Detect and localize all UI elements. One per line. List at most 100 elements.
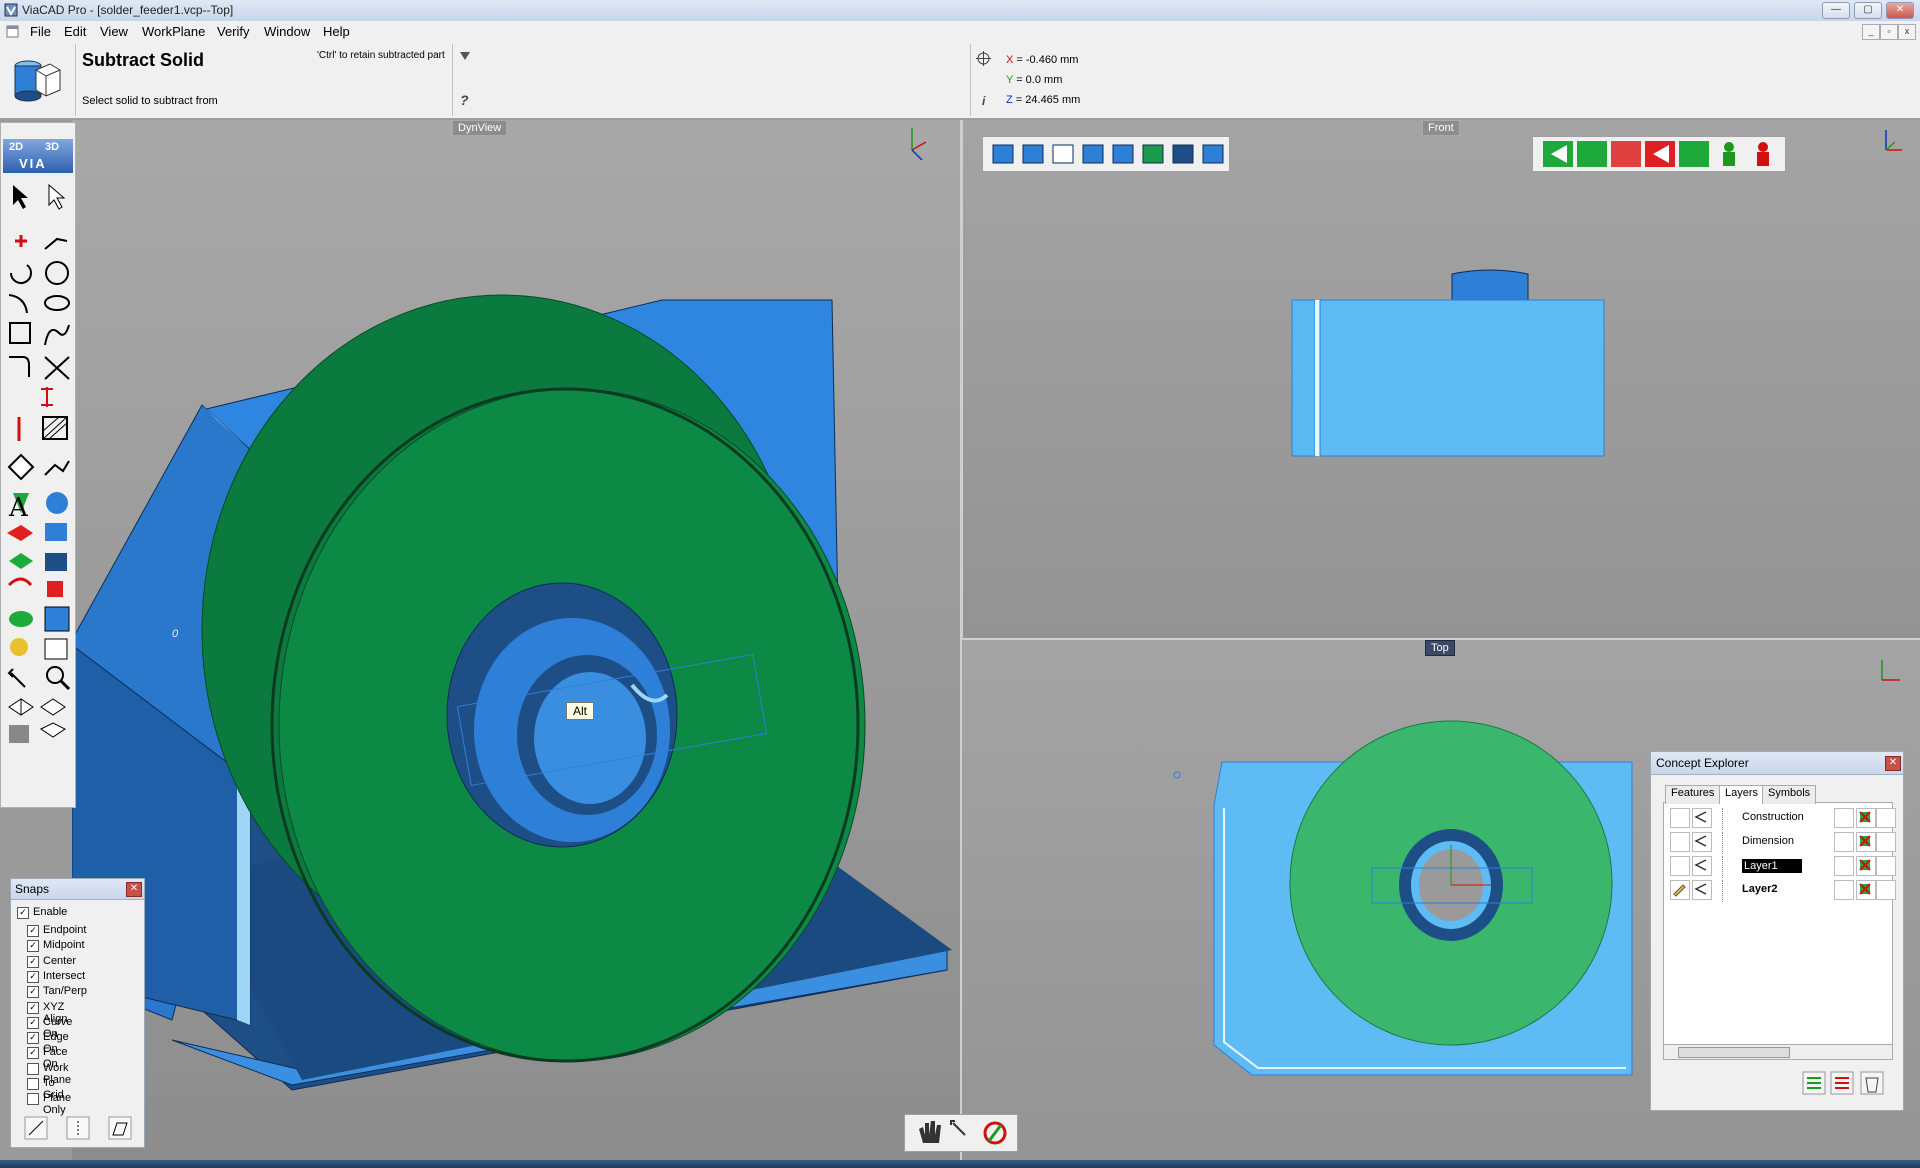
concept-close-button[interactable]: ✕ [1885,756,1901,771]
tool-icons[interactable] [1,177,75,805]
menu-workplane[interactable]: WorkPlane [142,24,205,39]
layer-row[interactable]: Construction [1664,808,1896,830]
crosshair-icon[interactable] [976,51,991,66]
concept-explorer-panel: Concept Explorer ✕ [1650,751,1904,1111]
maximize-button[interactable]: ▢ [1854,2,1882,19]
layer-color-cell[interactable] [1834,808,1854,828]
snap-checkbox[interactable]: ✓ [27,1016,39,1029]
layer-color-cell[interactable] [1834,856,1854,876]
layer-name[interactable]: Construction [1742,811,1804,823]
mdi-close-button[interactable]: x [1898,24,1916,40]
layer-visibility-toggle[interactable] [1692,808,1712,828]
document-icon[interactable] [6,25,20,38]
snap-item-label: Endpoint [43,924,87,936]
front-model[interactable] [962,120,1920,638]
menu-edit[interactable]: Edit [64,24,86,39]
front-label[interactable]: Front [1422,120,1460,136]
layer-edit-toggle[interactable] [1670,832,1690,852]
snaps-close-button[interactable]: ✕ [126,882,142,897]
snap-checkbox[interactable] [27,1062,39,1075]
layer-edit-toggle[interactable] [1670,808,1690,828]
app-icon [4,3,18,17]
snaps-title: Snaps [11,879,144,900]
snap-checkbox[interactable]: ✓ [27,970,39,983]
tree-line [1722,856,1737,878]
front-viewport[interactable] [962,120,1920,638]
layer-color-picker[interactable] [1856,808,1876,828]
alt-tooltip: Alt [566,702,595,720]
snap-checkbox[interactable]: ✓ [27,1032,39,1045]
layer-edit-toggle[interactable] [1670,856,1690,876]
dropdown-arrow-icon[interactable] [459,50,471,62]
snap-checkbox[interactable] [27,1078,39,1090]
snap-checkbox[interactable] [27,1093,39,1106]
snap-checkbox[interactable]: ✓ [27,925,39,937]
top-label[interactable]: Top [1425,640,1455,656]
layer-name[interactable]: Layer1 [1742,859,1802,873]
layer-name[interactable]: Layer2 [1742,883,1777,895]
menu-file[interactable]: File [30,24,51,39]
layer-color-picker[interactable] [1856,856,1876,876]
coord-z: Z = 24.465 mm [1006,94,1080,106]
help-button[interactable]: ? [460,92,469,108]
scroll-thumb[interactable] [1678,1047,1790,1058]
menu-verify[interactable]: Verify [217,24,250,39]
layer-color-cell[interactable] [1834,880,1854,900]
color-swatch-icon [1859,811,1871,823]
layer-color-picker[interactable] [1856,832,1876,852]
coord-y: Y = 0.0 mm [1006,74,1062,86]
navigation-toolbar [904,1114,1018,1152]
info-button[interactable]: i [982,94,985,108]
layer-color-cell[interactable] [1834,832,1854,852]
minimize-button[interactable]: — [1822,2,1850,19]
snap-checkbox[interactable]: ✓ [27,1047,39,1060]
dynview-label[interactable]: DynView [452,120,508,136]
view-tools-icons[interactable] [1533,137,1785,171]
layer-color-picker[interactable] [1856,880,1876,900]
layer-row[interactable]: Dimension [1664,832,1896,854]
layer-extra-cell[interactable] [1876,832,1896,852]
dynview-viewport[interactable]: 0 Alt [72,120,960,1160]
tree-line [1722,808,1737,830]
layer-extra-cell[interactable] [1876,808,1896,828]
tab-features[interactable]: Features [1665,785,1721,804]
tab-layers[interactable]: Layers [1719,785,1765,804]
tab-symbols[interactable]: Symbols [1762,785,1817,804]
layer-name[interactable]: Dimension [1742,835,1794,847]
close-button[interactable]: ✕ [1886,2,1914,19]
coord-x: X = -0.460 mm [1006,54,1078,66]
coord-z-value: = 24.465 mm [1015,94,1081,106]
text-tool[interactable]: A [9,493,28,523]
layer-row[interactable]: Layer2 [1664,880,1896,902]
solid-tools-icons[interactable] [983,137,1229,171]
dynview-model[interactable] [72,120,960,1160]
navigation-icons[interactable] [905,1115,1017,1151]
menu-help[interactable]: Help [323,24,350,39]
coord-z-label: Z [1006,94,1013,106]
snap-checkbox[interactable]: ✓ [27,955,39,968]
layer-extra-cell[interactable] [1876,880,1896,900]
left-toolbar: 2D 3D VIA A [0,122,76,808]
mdi-restore-button[interactable]: ▫ [1880,24,1898,40]
mode-3d[interactable]: 3D [45,141,59,153]
mdi-minimize-button[interactable]: _ [1862,24,1880,40]
snap-checkbox[interactable]: ✓ [27,1001,39,1014]
layer-visibility-toggle[interactable] [1692,856,1712,876]
layer-row[interactable]: Layer1 [1664,856,1896,878]
snap-checkbox[interactable]: ✓ [27,986,39,999]
layer-tools-icons[interactable] [1801,1070,1901,1096]
2d-3d-switch[interactable]: 2D 3D VIA [3,139,73,173]
layer-edit-toggle[interactable] [1670,880,1690,900]
horizontal-scrollbar[interactable] [1663,1044,1893,1060]
layer-extra-cell[interactable] [1876,856,1896,876]
snap-item-label: Midpoint [43,939,85,952]
command-title: Subtract Solid [82,50,205,70]
snap-checkbox[interactable]: ✓ [27,940,39,953]
mode-2d[interactable]: 2D [9,141,23,153]
snaps-enable-checkbox[interactable]: ✓ [17,907,29,919]
layer-visibility-toggle[interactable] [1692,880,1712,900]
layer-visibility-toggle[interactable] [1692,832,1712,852]
menu-view[interactable]: View [100,24,128,39]
menu-window[interactable]: Window [264,24,310,39]
snap-tools-icons[interactable] [23,1115,143,1141]
